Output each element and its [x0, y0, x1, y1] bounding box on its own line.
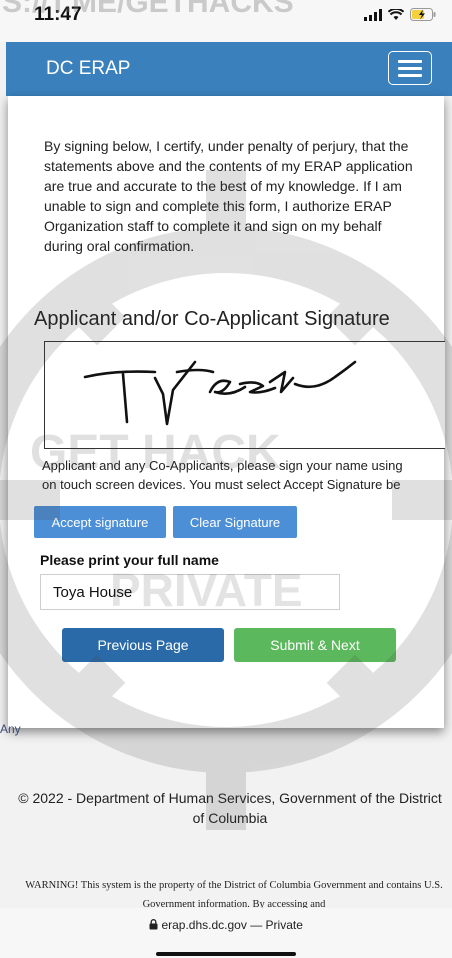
submit-next-button[interactable]: Submit & Next: [234, 628, 396, 662]
signature-card: By signing below, I certify, under penal…: [8, 96, 445, 728]
full-name-input[interactable]: [40, 574, 340, 610]
status-bar: 11:47: [0, 0, 452, 42]
lock-icon: [149, 919, 158, 930]
background-text-fragment: Any: [0, 722, 21, 736]
wifi-icon: [388, 8, 404, 20]
app-title[interactable]: DC ERAP: [46, 58, 130, 80]
home-indicator[interactable]: [156, 952, 296, 956]
previous-page-button[interactable]: Previous Page: [62, 628, 224, 662]
clear-signature-button[interactable]: Clear Signature: [173, 506, 297, 538]
app-header: DC ERAP: [6, 42, 452, 96]
hamburger-icon-bar: [398, 66, 422, 70]
hamburger-icon-bar: [398, 59, 422, 63]
battery-icon: [410, 8, 436, 21]
footer-copyright: © 2022 - Department of Human Services, G…: [18, 790, 442, 826]
signal-icon: [364, 8, 382, 21]
signature-pad[interactable]: [44, 341, 445, 449]
url-host: erap.dhs.dc.gov: [161, 918, 247, 932]
accept-signature-button[interactable]: Accept signature: [34, 506, 166, 538]
status-icons: [364, 8, 436, 21]
hamburger-menu-button[interactable]: [388, 51, 432, 85]
signature-note-line: Applicant and any Co-Applicants, please …: [42, 458, 403, 473]
browser-url-bar: erap.dhs.dc.gov — Private: [0, 908, 452, 958]
signature-heading: Applicant and/or Co-Applicant Signature: [34, 308, 390, 330]
signature-note-line: on touch screen devices. You must select…: [42, 477, 401, 492]
full-name-label: Please print your full name: [40, 552, 219, 568]
hamburger-icon-bar: [398, 73, 422, 77]
url-display[interactable]: erap.dhs.dc.gov — Private: [0, 918, 452, 932]
url-separator: —: [250, 918, 266, 932]
certification-text: By signing below, I certify, under penal…: [44, 138, 413, 254]
browsing-mode: Private: [265, 918, 303, 932]
signature-instructions: Applicant and any Co-Applicants, please …: [42, 456, 444, 494]
signature-drawing: [83, 360, 357, 426]
status-time: 11:47: [34, 4, 82, 25]
